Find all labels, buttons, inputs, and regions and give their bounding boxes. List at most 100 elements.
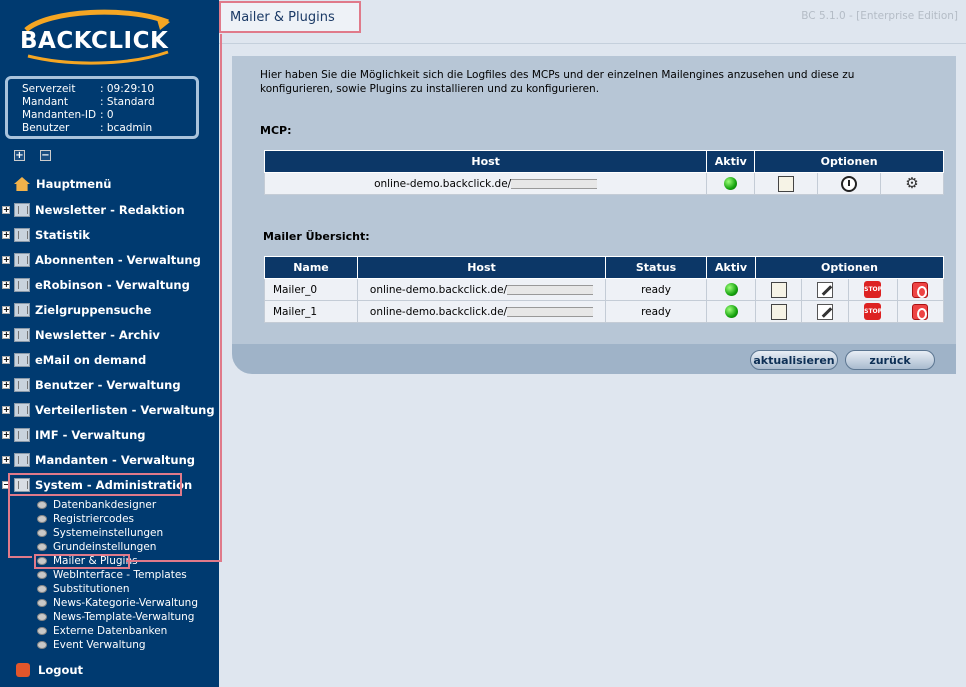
- mailer-overview-label: Mailer Übersicht:: [263, 230, 370, 243]
- subnav-news-template-verwaltung[interactable]: News-Template-Verwaltung: [37, 610, 194, 624]
- option-cell: [817, 172, 882, 195]
- nav-logout[interactable]: Logout: [16, 660, 83, 680]
- active-cell: [706, 172, 756, 195]
- expand-icon[interactable]: +: [2, 281, 10, 289]
- mcp-host-cell: online-demo.backclick.de/: [263, 172, 708, 195]
- expand-icon[interactable]: +: [2, 456, 10, 464]
- stop-icon[interactable]: STOP: [864, 303, 882, 320]
- column-header: Status: [605, 256, 707, 279]
- mailer-status-cell: ready: [605, 278, 707, 301]
- edit-icon[interactable]: [816, 303, 833, 320]
- option-cell: [801, 278, 849, 301]
- nav-label: Mandanten - Verwaltung: [35, 453, 196, 467]
- subnav-externe-datenbanken[interactable]: Externe Datenbanken: [37, 624, 167, 638]
- expand-icon[interactable]: +: [2, 306, 10, 314]
- nav-abonnenten-verwaltung[interactable]: + Abonnenten - Verwaltung: [0, 250, 201, 270]
- item-bullet-icon: [37, 599, 47, 607]
- subnav-event-verwaltung[interactable]: Event Verwaltung: [37, 638, 146, 652]
- item-bullet-icon: [37, 641, 47, 649]
- expand-icon[interactable]: +: [2, 331, 10, 339]
- folder-icon: [14, 428, 30, 442]
- expand-icon[interactable]: +: [2, 381, 10, 389]
- subnav-label: Datenbankdesigner: [53, 499, 157, 511]
- subnav-label: Event Verwaltung: [53, 639, 146, 651]
- subnav-datenbankdesigner[interactable]: Datenbankdesigner: [37, 498, 156, 512]
- annotation-arrow: [8, 556, 32, 558]
- option-cell: [896, 278, 945, 301]
- nav-label: Newsletter - Redaktion: [35, 203, 185, 217]
- nav-verteilerlisten-verwaltung[interactable]: + Verteilerlisten - Verwaltung: [0, 400, 215, 420]
- item-bullet-icon: [37, 529, 47, 537]
- nav-label: Verteilerlisten - Verwaltung: [35, 403, 215, 417]
- column-header: Optionen: [755, 256, 944, 279]
- host-text: online-demo.backclick.de/: [369, 305, 508, 318]
- expand-icon[interactable]: +: [2, 356, 10, 364]
- refresh-button[interactable]: aktualisieren: [750, 350, 838, 370]
- user-label: Benutzer: [22, 122, 70, 134]
- logo-text: BACKCLICK: [20, 28, 169, 54]
- status-active-icon: [724, 305, 738, 318]
- mailer-host-cell: online-demo.backclick.de/: [357, 300, 606, 323]
- expand-all-icon[interactable]: +: [14, 150, 25, 161]
- expand-icon[interactable]: +: [2, 231, 10, 239]
- server-info-box: Serverzeit: 09:29:10 Mandant: Standard M…: [5, 76, 199, 139]
- user-value: : bcadmin: [100, 122, 153, 134]
- subnav-label: Grundeinstellungen: [53, 541, 157, 553]
- mcp-table: Host Aktiv Optionen online-demo.backclic…: [263, 150, 944, 195]
- edit-icon[interactable]: [816, 281, 833, 298]
- subnav-registriercodes[interactable]: Registriercodes: [37, 512, 134, 526]
- nav-erobinson-verwaltung[interactable]: + eRobinson - Verwaltung: [0, 275, 190, 295]
- item-bullet-icon: [37, 613, 47, 621]
- column-header: Name: [264, 256, 358, 279]
- version-label: BC 5.1.0 - [Enterprise Edition]: [801, 10, 958, 22]
- subnav-grundeinstellungen[interactable]: Grundeinstellungen: [37, 540, 156, 554]
- subnav-systemeinstellungen[interactable]: Systemeinstellungen: [37, 526, 163, 540]
- nav-zielgruppensuche[interactable]: + Zielgruppensuche: [0, 300, 151, 320]
- redacted-ip: [511, 178, 598, 189]
- back-button[interactable]: zurück: [845, 350, 935, 370]
- nav-newsletter-redaktion[interactable]: + Newsletter - Redaktion: [0, 200, 185, 220]
- power-icon[interactable]: [912, 281, 929, 298]
- backclick-logo: BACKCLICK: [18, 8, 178, 70]
- option-cell: ⚙: [880, 172, 944, 195]
- subnav-label: WebInterface - Templates: [53, 569, 187, 581]
- nav-benutzer-verwaltung[interactable]: + Benutzer - Verwaltung: [0, 375, 181, 395]
- folder-icon: [14, 453, 30, 467]
- table-row: Mailer_0 online-demo.backclick.de/ ready…: [264, 278, 945, 301]
- folder-icon: [14, 203, 30, 217]
- expand-icon[interactable]: +: [2, 406, 10, 414]
- logfile-icon[interactable]: [778, 175, 795, 192]
- option-cell: [896, 300, 945, 323]
- folder-icon: [14, 328, 30, 342]
- expand-icon[interactable]: +: [2, 431, 10, 439]
- stop-icon[interactable]: STOP: [864, 281, 882, 298]
- mailer-name-cell: Mailer_0: [264, 278, 358, 301]
- logfile-icon[interactable]: [770, 281, 787, 298]
- expand-icon[interactable]: +: [2, 256, 10, 264]
- subnav-news-kategorie-verwaltung[interactable]: News-Kategorie-Verwaltung: [37, 596, 198, 610]
- column-header: Aktiv: [706, 150, 756, 173]
- logout-icon: [16, 663, 30, 677]
- expand-icon[interactable]: +: [2, 206, 10, 214]
- nav-hauptmenu[interactable]: Hauptmenü: [14, 174, 111, 194]
- nav-mandanten-verwaltung[interactable]: + Mandanten - Verwaltung: [0, 450, 195, 470]
- settings-icon[interactable]: ⚙: [904, 175, 920, 192]
- clock-icon[interactable]: [841, 175, 858, 192]
- subnav-webinterface-templates[interactable]: WebInterface - Templates: [37, 568, 187, 582]
- nav-statistik[interactable]: + Statistik: [0, 225, 90, 245]
- nav-email-on-demand[interactable]: + eMail on demand: [0, 350, 146, 370]
- collapse-all-icon[interactable]: −: [40, 150, 51, 161]
- nav-newsletter-archiv[interactable]: + Newsletter - Archiv: [0, 325, 160, 345]
- host-text: online-demo.backclick.de/: [374, 177, 512, 190]
- subnav-substitutionen[interactable]: Substitutionen: [37, 582, 130, 596]
- client-label: Mandant: [22, 96, 69, 108]
- subnav-label: Systemeinstellungen: [53, 527, 164, 539]
- mailer-status-cell: ready: [605, 300, 707, 323]
- folder-icon: [14, 353, 30, 367]
- power-icon[interactable]: [912, 303, 929, 320]
- option-cell: STOP: [847, 278, 898, 301]
- nav-imf-verwaltung[interactable]: + IMF - Verwaltung: [0, 425, 146, 445]
- nav-label: Benutzer - Verwaltung: [35, 378, 181, 392]
- folder-icon: [14, 403, 30, 417]
- logfile-icon[interactable]: [770, 303, 787, 320]
